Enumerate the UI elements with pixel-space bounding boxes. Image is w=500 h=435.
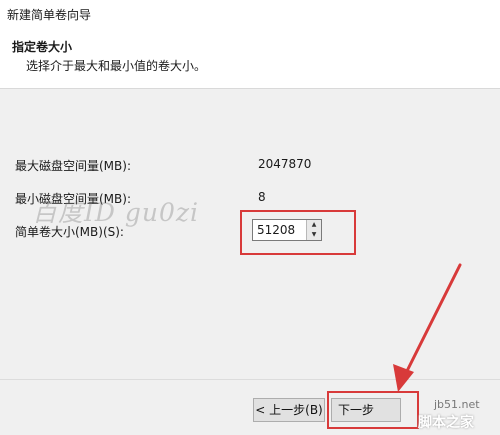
arrow-shaft bbox=[403, 263, 462, 377]
site-name: 脚本之家 bbox=[418, 415, 474, 431]
arrow-head bbox=[393, 364, 414, 392]
annotation-arrow bbox=[393, 263, 462, 392]
site-url: jb51.net bbox=[434, 398, 480, 411]
